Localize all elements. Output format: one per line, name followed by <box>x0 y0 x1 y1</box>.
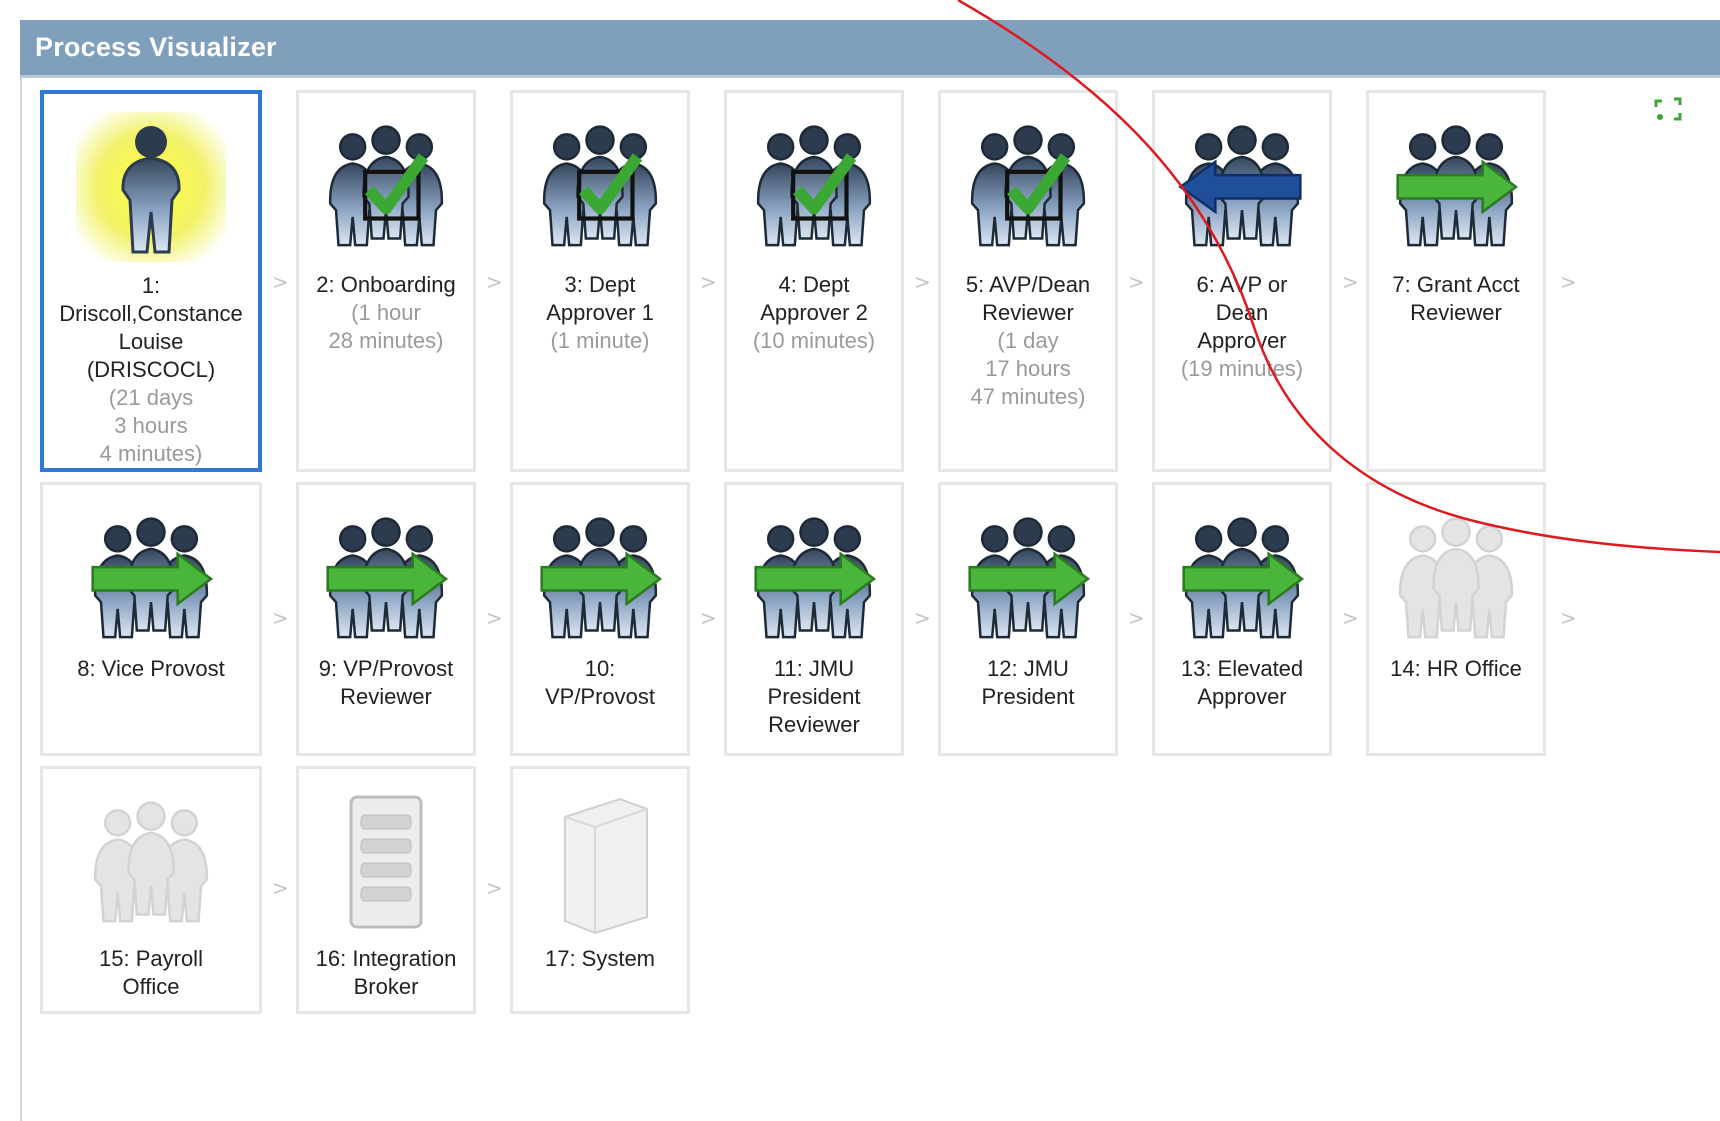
step-card[interactable]: 1: Driscoll,Constance Louise (DRISCOCL)(… <box>40 90 262 472</box>
step-label[interactable]: 5: AVP/Dean Reviewer (1 day 17 hours 47 m… <box>947 271 1109 411</box>
step-card[interactable]: 2: Onboarding (1 hour 28 minutes) <box>296 90 476 472</box>
step-title: 16: Integration Broker <box>315 946 457 999</box>
step-title: 8: Vice Provost <box>77 656 225 681</box>
step-label[interactable]: 8: Vice Provost <box>49 655 253 683</box>
step-separator: > <box>1342 606 1359 630</box>
step-card[interactable]: 8: Vice Provost <box>40 482 262 756</box>
step-card[interactable]: 3: Dept Approver 1 (1 minute) <box>510 90 690 472</box>
step-separator: > <box>486 270 503 294</box>
step-label[interactable]: 7: Grant Acct Reviewer <box>1375 271 1537 327</box>
step-title: 12: JMU President <box>981 656 1075 709</box>
step-separator: > <box>1560 606 1577 630</box>
step-title: 2: Onboarding <box>316 272 456 297</box>
expand-icon[interactable] <box>1652 95 1686 123</box>
step-title: 4: Dept Approver 2 <box>760 272 868 325</box>
step-card[interactable]: 9: VP/Provost Reviewer <box>296 482 476 756</box>
group-check-icon <box>513 111 687 261</box>
step-label[interactable]: 13: Elevated Approver <box>1161 655 1323 711</box>
step-separator: > <box>1128 606 1145 630</box>
step-label[interactable]: 2: Onboarding (1 hour 28 minutes) <box>305 271 467 355</box>
step-title: 13: Elevated Approver <box>1180 656 1304 709</box>
group-forward-arrow-icon <box>299 503 473 653</box>
group-forward-arrow-icon <box>513 503 687 653</box>
step-label[interactable]: 12: JMU President <box>947 655 1109 711</box>
step-label[interactable]: 11: JMU President Reviewer <box>733 655 895 739</box>
step-card[interactable]: 12: JMU President <box>938 482 1118 756</box>
step-title: 6: AVP or Dean Approver <box>1196 272 1288 353</box>
step-label[interactable]: 14: HR Office <box>1375 655 1537 683</box>
step-card[interactable]: 17: System <box>510 766 690 1014</box>
step-title: 17: System <box>544 946 656 971</box>
step-duration: (21 days 3 hours 4 minutes) <box>99 385 203 466</box>
step-card[interactable]: 13: Elevated Approver <box>1152 482 1332 756</box>
step-separator: > <box>1560 270 1577 294</box>
group-forward-arrow-icon <box>727 503 901 653</box>
step-label[interactable]: 3: Dept Approver 1 (1 minute) <box>519 271 681 355</box>
step-title: 15: Payroll Office <box>99 946 203 999</box>
step-separator: > <box>272 876 289 900</box>
step-title: 10: VP/Provost <box>544 656 656 709</box>
integration-broker-icon <box>299 787 473 937</box>
step-duration: (19 minutes) <box>1180 356 1304 381</box>
step-label[interactable]: 9: VP/Provost Reviewer <box>305 655 467 711</box>
group-forward-arrow-icon <box>43 503 259 653</box>
step-label[interactable]: 16: Integration Broker <box>305 945 467 1001</box>
group-check-icon <box>727 111 901 261</box>
step-separator: > <box>272 270 289 294</box>
step-label[interactable]: 4: Dept Approver 2 (10 minutes) <box>733 271 895 355</box>
group-inactive-icon <box>43 787 259 937</box>
group-inactive-icon <box>1369 503 1543 653</box>
step-card[interactable]: 11: JMU President Reviewer <box>724 482 904 756</box>
group-back-arrow-icon <box>1155 111 1329 261</box>
group-check-icon <box>299 111 473 261</box>
step-separator: > <box>914 606 931 630</box>
step-separator: > <box>700 270 717 294</box>
step-card[interactable]: 7: Grant Acct Reviewer <box>1366 90 1546 472</box>
step-separator: > <box>1128 270 1145 294</box>
step-title: 5: AVP/Dean Reviewer <box>965 272 1091 325</box>
person-highlighted-icon <box>44 112 258 262</box>
step-label[interactable]: 1: Driscoll,Constance Louise (DRISCOCL)(… <box>50 272 252 468</box>
step-separator: > <box>700 606 717 630</box>
step-duration: (10 minutes) <box>752 328 876 353</box>
step-card[interactable]: 6: AVP or Dean Approver (19 minutes) <box>1152 90 1332 472</box>
step-card[interactable]: 16: Integration Broker <box>296 766 476 1014</box>
step-card[interactable]: 15: Payroll Office <box>40 766 262 1014</box>
step-card[interactable]: 5: AVP/Dean Reviewer (1 day 17 hours 47 m… <box>938 90 1118 472</box>
step-title: 9: VP/Provost Reviewer <box>318 656 454 709</box>
step-duration: (1 hour 28 minutes) <box>328 300 444 353</box>
step-title: 11: JMU President Reviewer <box>767 656 861 737</box>
step-separator: > <box>486 606 503 630</box>
step-label[interactable]: 6: AVP or Dean Approver (19 minutes) <box>1161 271 1323 383</box>
step-duration: (1 day 17 hours 47 minutes) <box>970 328 1086 409</box>
step-title: 3: Dept Approver 1 <box>546 272 654 325</box>
step-duration: (1 minute) <box>550 328 650 353</box>
step-separator: > <box>486 876 503 900</box>
step-card[interactable]: 10: VP/Provost <box>510 482 690 756</box>
panel-title: Process Visualizer <box>35 32 277 62</box>
step-separator: > <box>272 606 289 630</box>
step-separator: > <box>914 270 931 294</box>
server-tower-icon <box>513 787 687 937</box>
group-forward-arrow-icon <box>1369 111 1543 261</box>
group-forward-arrow-icon <box>1155 503 1329 653</box>
step-title: 7: Grant Acct Reviewer <box>1392 272 1520 325</box>
step-label[interactable]: 15: Payroll Office <box>49 945 253 1001</box>
step-label[interactable]: 10: VP/Provost <box>519 655 681 711</box>
step-label[interactable]: 17: System <box>519 945 681 973</box>
panel-header: Process Visualizer <box>20 20 1720 78</box>
step-card[interactable]: 4: Dept Approver 2 (10 minutes) <box>724 90 904 472</box>
group-forward-arrow-icon <box>941 503 1115 653</box>
step-separator: > <box>1342 270 1359 294</box>
step-title: 14: HR Office <box>1390 656 1522 681</box>
step-title: 1: Driscoll,Constance Louise (DRISCOCL) <box>59 273 243 382</box>
step-card[interactable]: 14: HR Office <box>1366 482 1546 756</box>
group-check-icon <box>941 111 1115 261</box>
